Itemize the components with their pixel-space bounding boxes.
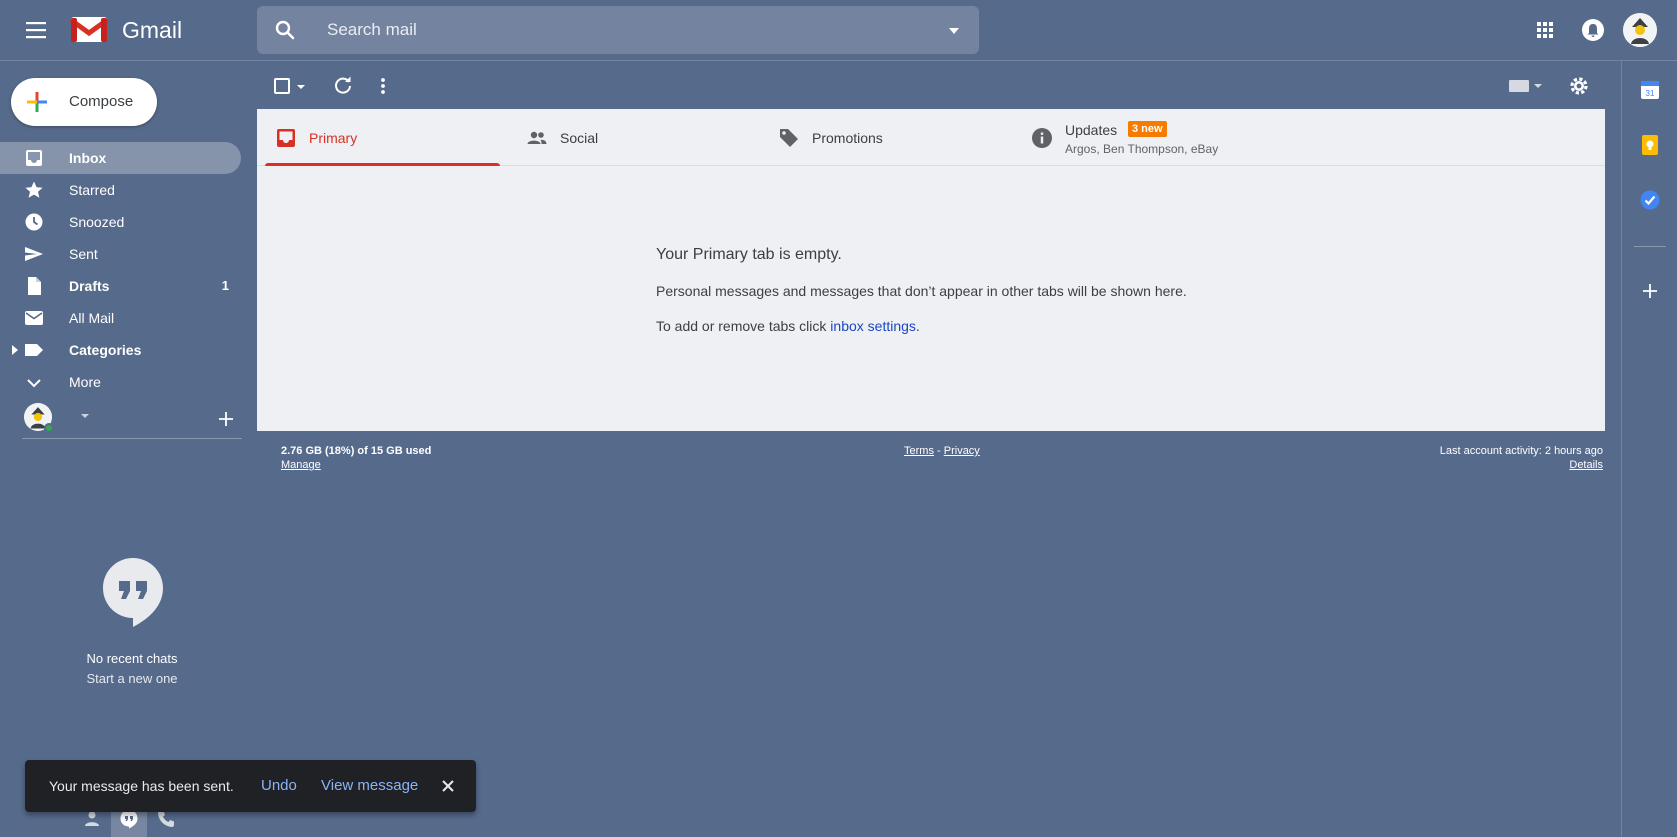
sidebar-item-label: Snoozed	[69, 214, 125, 230]
sidebar-item-drafts[interactable]: Drafts 1	[0, 270, 241, 302]
phone-call-icon[interactable]	[156, 809, 176, 829]
search-input[interactable]	[327, 6, 887, 54]
input-tools-keyboard-icon[interactable]	[1506, 74, 1544, 98]
sidebar-item-label: More	[69, 374, 101, 390]
online-status-dot	[44, 423, 54, 433]
sidebar-item-label: All Mail	[69, 310, 115, 326]
draft-document-icon	[24, 276, 44, 296]
view-message-button[interactable]: View message	[321, 777, 418, 794]
tab-senders-preview: Argos, Ben Thompson, eBay	[1065, 142, 1219, 156]
tab-label: Updates	[1065, 122, 1118, 138]
envelope-icon	[24, 308, 44, 328]
main-menu-icon[interactable]	[22, 18, 52, 42]
more-options-vertical-icon[interactable]	[371, 74, 395, 98]
calendar-icon[interactable]: 31	[1639, 79, 1661, 101]
hint-suffix: .	[915, 318, 920, 334]
keep-notes-icon[interactable]	[1639, 134, 1661, 156]
settings-gear-icon[interactable]	[1567, 74, 1591, 98]
side-panel: 31	[1621, 61, 1677, 837]
chevron-down-icon	[24, 372, 44, 392]
select-all-checkbox[interactable]	[272, 74, 296, 98]
activity-details-link[interactable]: Details	[1569, 459, 1603, 471]
hangouts-chat-icon[interactable]	[119, 809, 139, 829]
label-tag-icon	[24, 340, 44, 360]
tasks-icon[interactable]	[1639, 189, 1661, 211]
message-list-panel: Primary Social Promotions Updates 3 new …	[257, 109, 1605, 431]
category-tabs: Primary Social Promotions Updates 3 new …	[257, 109, 1605, 166]
gmail-logo-icon[interactable]	[70, 14, 108, 44]
hangouts-quote-icon	[102, 557, 164, 629]
tab-primary[interactable]: Primary	[257, 109, 508, 166]
terms-link[interactable]: Terms	[904, 445, 934, 457]
hint-prefix: To add or remove tabs click	[656, 318, 831, 334]
sidebar-item-more[interactable]: More	[0, 366, 241, 398]
get-addons-plus-icon[interactable]	[1639, 280, 1661, 302]
inbox-settings-link[interactable]: inbox settings	[830, 318, 916, 334]
refresh-icon[interactable]	[331, 74, 355, 98]
sidebar-item-sent[interactable]: Sent	[0, 238, 241, 270]
status-caret-icon[interactable]	[80, 411, 90, 421]
price-tag-icon	[778, 127, 800, 149]
sidebar-item-label: Drafts	[69, 278, 110, 294]
new-count-badge: 3 new	[1128, 121, 1167, 137]
sidebar-item-categories[interactable]: Categories	[0, 334, 241, 366]
privacy-link[interactable]: Privacy	[944, 445, 980, 457]
account-avatar[interactable]	[1623, 13, 1657, 47]
empty-state-title: Your Primary tab is empty.	[656, 246, 842, 263]
start-new-chat-link[interactable]: Start a new one	[22, 671, 242, 686]
gmail-brand-text[interactable]: Gmail	[122, 17, 182, 44]
clock-icon	[24, 212, 44, 232]
people-icon	[526, 127, 548, 149]
search-options-caret-icon[interactable]	[947, 24, 961, 38]
top-header: Gmail	[0, 0, 1677, 61]
tab-updates[interactable]: Updates 3 new Argos, Ben Thompson, eBay	[1013, 109, 1333, 166]
tab-label: Primary	[309, 130, 358, 146]
star-icon	[24, 180, 44, 200]
hangouts-user-row	[22, 403, 242, 439]
tab-social[interactable]: Social	[508, 109, 760, 166]
empty-state-description: Personal messages and messages that don’…	[656, 283, 1187, 299]
last-activity-text: Last account activity: 2 hours ago	[1439, 445, 1603, 457]
empty-state-settings-hint: To add or remove tabs click inbox settin…	[656, 318, 920, 334]
inbox-tray-icon	[275, 127, 297, 149]
inbox-icon	[24, 148, 44, 168]
new-chat-plus-icon[interactable]	[216, 409, 236, 429]
compose-label: Compose	[69, 93, 134, 110]
close-icon[interactable]	[439, 777, 457, 795]
expand-arrow-icon[interactable]	[11, 345, 19, 355]
snackbar-message: Your message has been sent.	[49, 778, 234, 794]
info-icon	[1031, 127, 1053, 149]
sidebar-item-label: Starred	[69, 182, 115, 198]
sidebar-item-all-mail[interactable]: All Mail	[0, 302, 241, 334]
notifications-bell-icon[interactable]	[1577, 14, 1609, 46]
sidebar-item-label: Categories	[69, 342, 142, 358]
calendar-day: 31	[1646, 89, 1655, 98]
sidebar-item-label: Inbox	[69, 150, 107, 166]
message-sent-snackbar: Your message has been sent. Undo View me…	[25, 760, 476, 812]
search-bar[interactable]	[257, 6, 979, 54]
apps-grid-icon[interactable]	[1529, 14, 1561, 46]
undo-send-button[interactable]: Undo	[261, 777, 297, 794]
compose-button[interactable]: Compose	[11, 78, 157, 126]
sidebar-item-starred[interactable]: Starred	[0, 174, 241, 206]
link-separator: -	[937, 445, 941, 457]
storage-usage-text: 2.76 GB (18%) of 15 GB used	[281, 445, 432, 457]
active-tab-indicator	[265, 163, 500, 166]
send-icon	[24, 244, 44, 264]
select-options-caret-icon[interactable]	[294, 74, 308, 98]
side-panel-divider	[1634, 246, 1666, 247]
sidebar-item-snoozed[interactable]: Snoozed	[0, 206, 241, 238]
tab-label: Promotions	[812, 130, 883, 146]
no-recent-chats-text: No recent chats	[86, 651, 178, 666]
tab-label: Social	[560, 130, 599, 146]
manage-storage-link[interactable]: Manage	[281, 459, 321, 471]
terms-privacy-links: Terms - Privacy	[904, 445, 980, 457]
compose-plus-icon	[25, 90, 49, 114]
tab-promotions[interactable]: Promotions	[760, 109, 1013, 166]
drafts-count: 1	[221, 278, 229, 293]
sidebar-item-label: Sent	[69, 246, 98, 262]
search-icon[interactable]	[273, 18, 297, 42]
contacts-person-icon[interactable]	[82, 809, 102, 829]
sidebar-item-inbox[interactable]: Inbox	[0, 142, 241, 174]
